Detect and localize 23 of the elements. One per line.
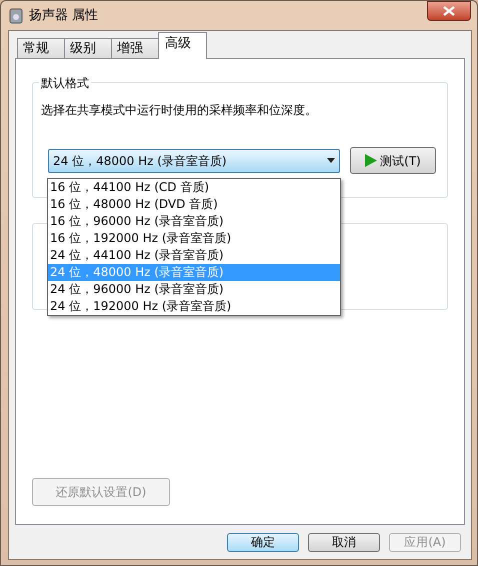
caret-icon (327, 158, 335, 163)
description-text: 选择在共享模式中运行时使用的采样频率和位深度。 (41, 102, 318, 119)
dropdown-option[interactable]: 24 位，96000 Hz (录音室音质) (48, 281, 340, 298)
dialog-button[interactable]: 确定 (227, 533, 299, 552)
dropdown-option[interactable]: 24 位，44100 Hz (录音室音质) (48, 247, 340, 264)
close-icon (443, 6, 455, 16)
dropdown-option[interactable]: 16 位，48000 Hz (DVD 音质) (48, 196, 340, 213)
window-title: 扬声器 属性 (29, 7, 98, 26)
group-title: 默认格式 (39, 74, 91, 92)
dialog-button[interactable]: 取消 (308, 533, 380, 552)
dropdown-option[interactable]: 16 位，44100 Hz (CD 音质) (48, 179, 340, 196)
tab[interactable]: 常规 (17, 38, 65, 58)
close-button[interactable] (427, 1, 471, 21)
dropdown-option[interactable]: 16 位，192000 Hz (录音室音质) (48, 230, 340, 247)
tab[interactable]: 级别 (64, 38, 112, 58)
dropdown-option[interactable]: 16 位，96000 Hz (录音室音质) (48, 213, 340, 230)
test-button[interactable]: 测试(T) (350, 147, 436, 174)
play-icon (365, 154, 378, 167)
format-dropdown[interactable]: 24 位，48000 Hz (录音室音质) (48, 148, 340, 172)
speaker-icon (9, 8, 23, 24)
tab[interactable]: 高级 (158, 32, 207, 59)
dropdown-option[interactable]: 24 位，192000 Hz (录音室音质) (48, 298, 340, 315)
tab[interactable]: 增强 (111, 38, 159, 58)
